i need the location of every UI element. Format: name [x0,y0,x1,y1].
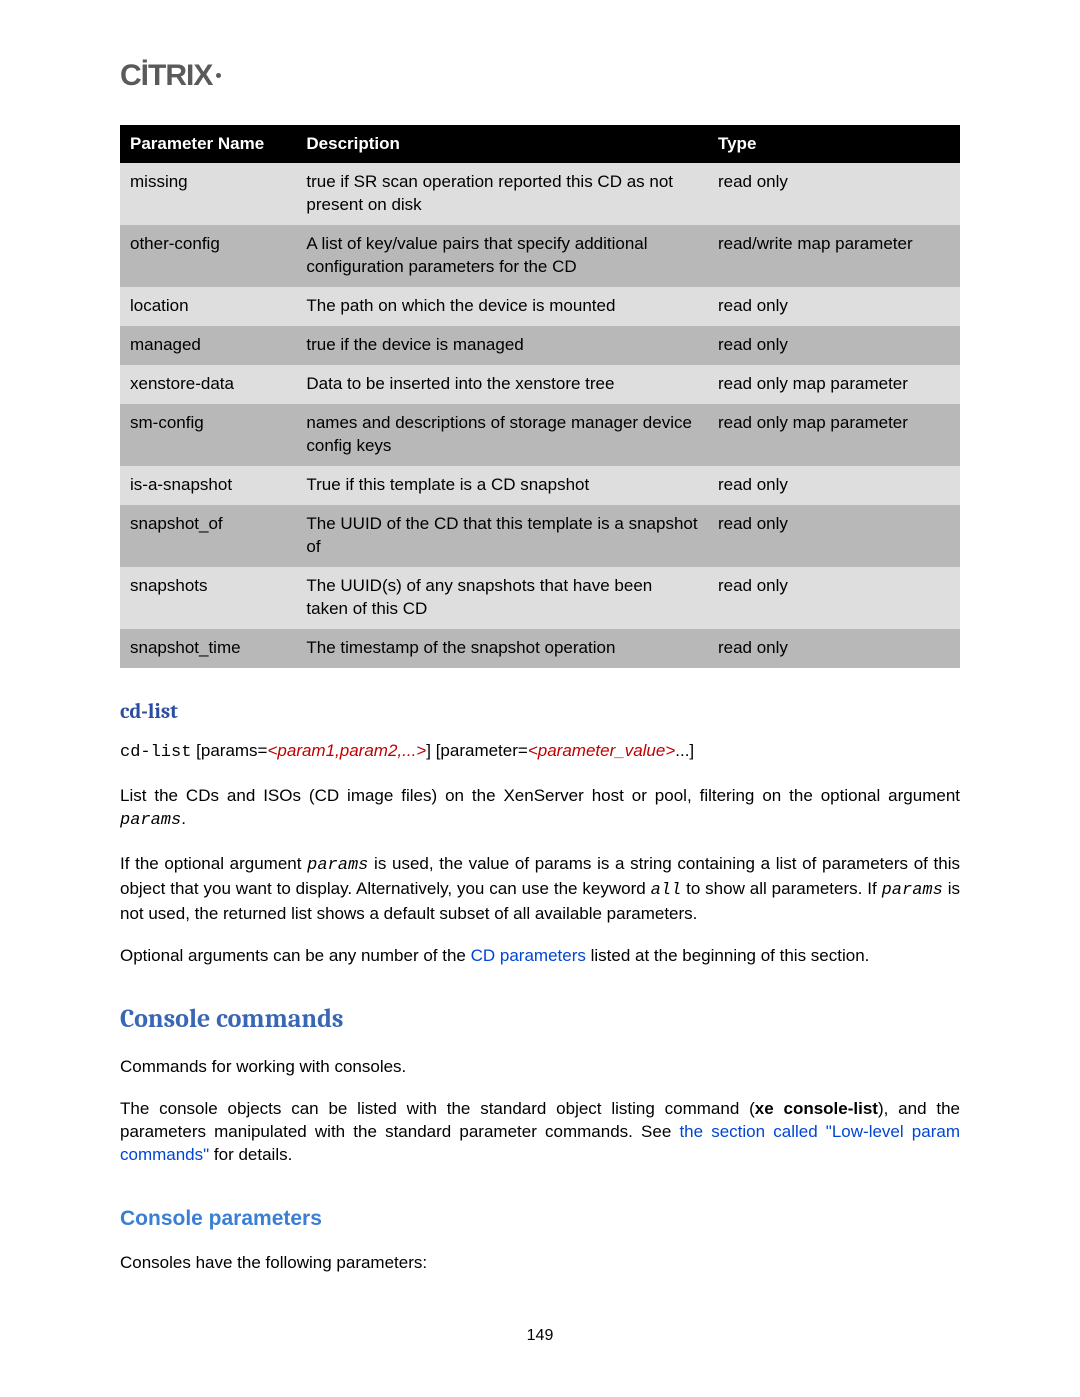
console-paragraph-2: The console objects can be listed with t… [120,1098,960,1167]
syntax-command: cd-list [120,743,191,762]
body-text: Optional arguments can be any number of … [120,946,471,965]
param-name-cell: xenstore-data [120,365,296,404]
cd-list-paragraph-3: Optional arguments can be any number of … [120,945,960,968]
param-name-cell: missing [120,163,296,225]
param-desc-cell: The UUID(s) of any snapshots that have b… [296,567,708,629]
col-header-type: Type [708,125,960,164]
syntax-placeholder: <param1,param2,...> [267,741,426,760]
param-name-cell: snapshot_time [120,629,296,668]
logo-dot-icon [216,73,221,78]
param-desc-cell: A list of key/value pairs that specify a… [296,225,708,287]
param-type-cell: read only [708,326,960,365]
col-header-name: Parameter Name [120,125,296,164]
body-text: The console objects can be listed with t… [120,1099,755,1118]
parameter-table: Parameter Name Description Type missing … [120,125,960,668]
param-name-cell: snapshots [120,567,296,629]
param-name-cell: snapshot_of [120,505,296,567]
param-name-cell: managed [120,326,296,365]
body-text: If the optional argument [120,854,307,873]
table-row: xenstore-data Data to be inserted into t… [120,365,960,404]
inline-code: params [120,811,181,830]
param-name-cell: sm-config [120,404,296,466]
param-type-cell: read only [708,287,960,326]
param-desc-cell: true if the device is managed [296,326,708,365]
param-desc-cell: names and descriptions of storage manage… [296,404,708,466]
table-row: managed true if the device is managed re… [120,326,960,365]
console-parameters-intro: Consoles have the following parameters: [120,1252,960,1275]
param-desc-cell: true if SR scan operation reported this … [296,163,708,225]
citrix-logo: CİTRIX [120,56,960,97]
param-type-cell: read/write map parameter [708,225,960,287]
param-name-cell: location [120,287,296,326]
param-type-cell: read only map parameter [708,404,960,466]
param-type-cell: read only map parameter [708,365,960,404]
table-row: snapshots The UUID(s) of any snapshots t… [120,567,960,629]
page-number: 149 [120,1325,960,1347]
table-header-row: Parameter Name Description Type [120,125,960,164]
syntax-text: ] [parameter= [426,741,528,760]
table-row: other-config A list of key/value pairs t… [120,225,960,287]
param-desc-cell: The path on which the device is mounted [296,287,708,326]
syntax-text: ...] [675,741,694,760]
cd-list-paragraph-1: List the CDs and ISOs (CD image files) o… [120,785,960,833]
param-desc-cell: The timestamp of the snapshot operation [296,629,708,668]
cd-list-syntax: cd-list [params=<param1,param2,...>] [pa… [120,740,960,765]
param-type-cell: read only [708,163,960,225]
param-type-cell: read only [708,505,960,567]
body-text: listed at the beginning of this section. [586,946,870,965]
param-desc-cell: Data to be inserted into the xenstore tr… [296,365,708,404]
table-row: location The path on which the device is… [120,287,960,326]
body-text: to show all parameters. If [681,879,881,898]
logo-text: CİTRIX [120,59,212,92]
console-commands-heading: Console commands [120,1002,960,1037]
param-desc-cell: True if this template is a CD snapshot [296,466,708,505]
col-header-description: Description [296,125,708,164]
console-parameters-heading: Console parameters [120,1205,960,1233]
inline-code: params [307,856,368,875]
table-row: snapshot_of The UUID of the CD that this… [120,505,960,567]
inline-code: params [882,881,943,900]
cd-list-paragraph-2: If the optional argument params is used,… [120,853,960,926]
param-type-cell: read only [708,629,960,668]
param-type-cell: read only [708,466,960,505]
param-desc-cell: The UUID of the CD that this template is… [296,505,708,567]
body-text: for details. [209,1145,292,1164]
syntax-placeholder: <parameter_value> [528,741,675,760]
table-row: missing true if SR scan operation report… [120,163,960,225]
table-row: is-a-snapshot True if this template is a… [120,466,960,505]
bold-command: xe console-list [755,1099,878,1118]
body-text: List the CDs and ISOs (CD image files) o… [120,786,960,805]
table-row: snapshot_time The timestamp of the snaps… [120,629,960,668]
param-type-cell: read only [708,567,960,629]
param-name-cell: is-a-snapshot [120,466,296,505]
body-text: . [181,809,186,828]
cd-list-heading: cd-list [120,698,960,726]
table-row: sm-config names and descriptions of stor… [120,404,960,466]
inline-code: all [651,881,682,900]
param-name-cell: other-config [120,225,296,287]
cd-parameters-link[interactable]: CD parameters [471,946,586,965]
console-paragraph-1: Commands for working with consoles. [120,1056,960,1079]
syntax-text: [params= [191,741,267,760]
